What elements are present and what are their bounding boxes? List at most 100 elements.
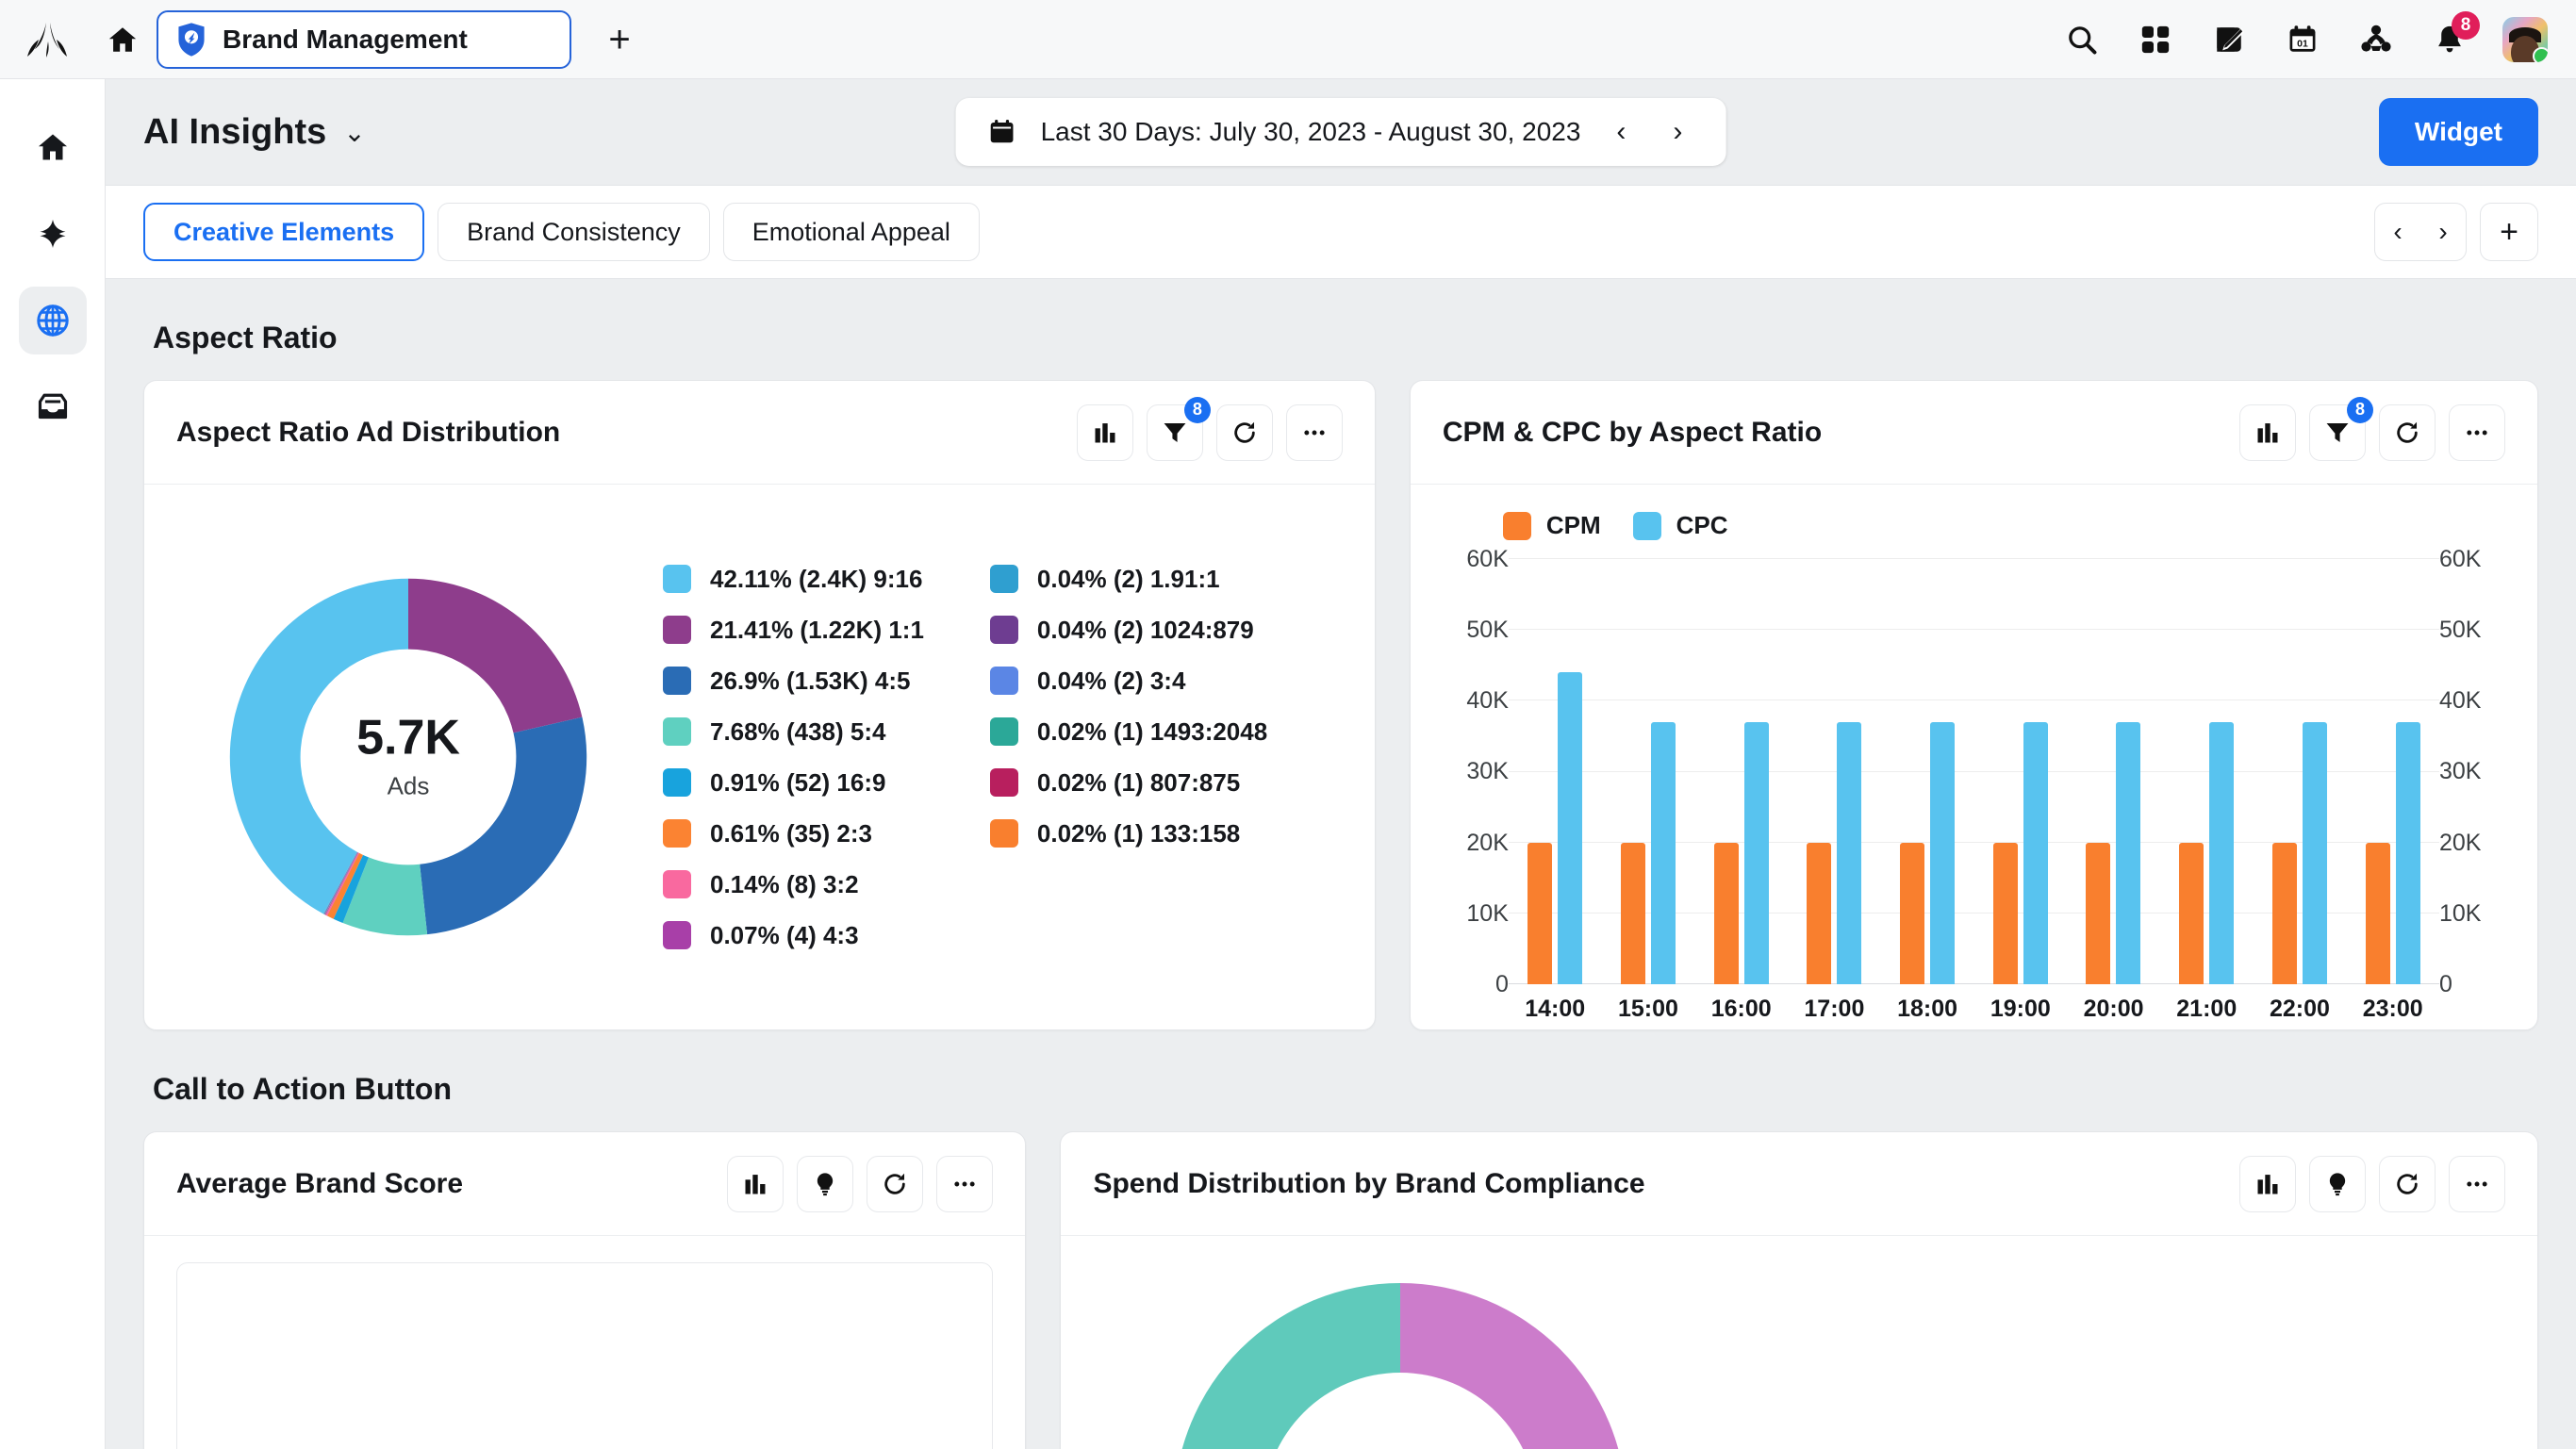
chart-type-icon[interactable] bbox=[2239, 404, 2296, 461]
refresh-icon[interactable] bbox=[867, 1156, 923, 1212]
refresh-icon[interactable] bbox=[2379, 404, 2436, 461]
page-title-label: AI Insights bbox=[143, 112, 326, 153]
chart-type-icon[interactable] bbox=[1077, 404, 1133, 461]
bar[interactable] bbox=[1558, 672, 1582, 984]
bar[interactable] bbox=[1714, 843, 1739, 984]
sidebar-item-home[interactable] bbox=[19, 113, 87, 181]
legend-item[interactable]: 21.41% (1.22K) 1:1 bbox=[663, 616, 924, 645]
new-tab-button[interactable]: + bbox=[598, 18, 641, 61]
lightbulb-icon[interactable] bbox=[2309, 1156, 2366, 1212]
bar-group bbox=[2272, 559, 2327, 984]
bar[interactable] bbox=[2396, 722, 2420, 984]
date-prev-button[interactable]: ‹ bbox=[1605, 116, 1637, 148]
browser-home-button[interactable] bbox=[94, 24, 151, 56]
bar[interactable] bbox=[2023, 722, 2048, 984]
sidebar-item-inbox[interactable] bbox=[19, 373, 87, 441]
legend-swatch bbox=[663, 616, 691, 644]
chart-type-icon[interactable] bbox=[2239, 1156, 2296, 1212]
bar[interactable] bbox=[1993, 843, 2018, 984]
widget-button[interactable]: Widget bbox=[2379, 98, 2538, 166]
apps-grid-icon[interactable] bbox=[2135, 19, 2176, 60]
more-options-icon[interactable] bbox=[936, 1156, 993, 1212]
legend-item[interactable]: 0.04% (2) 3:4 bbox=[990, 667, 1267, 696]
tabs-next-button[interactable]: › bbox=[2420, 217, 2466, 247]
bar[interactable] bbox=[1621, 843, 1645, 984]
bar[interactable] bbox=[1930, 722, 1955, 984]
search-icon[interactable] bbox=[2061, 19, 2103, 60]
tab-emotional-appeal[interactable]: Emotional Appeal bbox=[723, 203, 980, 261]
legend-item[interactable]: 0.02% (1) 807:875 bbox=[990, 768, 1267, 798]
refresh-icon[interactable] bbox=[2379, 1156, 2436, 1212]
more-options-icon[interactable] bbox=[2449, 1156, 2505, 1212]
add-tab-button[interactable]: + bbox=[2480, 203, 2538, 261]
filter-count-badge: 8 bbox=[2347, 397, 2373, 423]
dashboard-row-1: Aspect Ratio Ad Distribution bbox=[143, 380, 2538, 1030]
legend-item[interactable]: 42.11% (2.4K) 9:16 bbox=[663, 565, 924, 594]
browser-tab-title: Brand Management bbox=[223, 25, 468, 55]
page-title[interactable]: AI Insights ⌄ bbox=[143, 112, 366, 153]
legend-column-left: 42.11% (2.4K) 9:16 21.41% (1.22K) 1:1 26.9… bbox=[663, 565, 924, 950]
legend-item[interactable]: 0.91% (52) 16:9 bbox=[663, 768, 924, 798]
bar[interactable] bbox=[2116, 722, 2140, 984]
bar[interactable] bbox=[2366, 843, 2390, 984]
sidebar-item-apps[interactable] bbox=[19, 200, 87, 268]
avatar[interactable] bbox=[2502, 17, 2548, 62]
card-title: Aspect Ratio Ad Distribution bbox=[176, 417, 560, 449]
legend-item[interactable]: 7.68% (438) 5:4 bbox=[663, 717, 924, 747]
card-body: 5.7K Ads 42.11% (2.4K) 9:16 21.41% (1.22K… bbox=[144, 485, 1375, 1029]
card-tools: 8 bbox=[2239, 404, 2505, 461]
card-tools: 8 bbox=[1077, 404, 1343, 461]
legend-item[interactable]: 0.02% (1) 1493:2048 bbox=[990, 717, 1267, 747]
legend-item[interactable]: 0.61% (35) 2:3 bbox=[663, 819, 924, 848]
bar[interactable] bbox=[2303, 722, 2327, 984]
bar-series bbox=[1509, 559, 2439, 984]
legend-item[interactable]: 0.14% (8) 3:2 bbox=[663, 870, 924, 899]
legend-column-right: 0.04% (2) 1.91:1 0.04% (2) 1024:879 0.04% … bbox=[990, 565, 1267, 950]
bar[interactable] bbox=[2086, 843, 2110, 984]
legend-item[interactable]: 26.9% (1.53K) 4:5 bbox=[663, 667, 924, 696]
card-body bbox=[144, 1236, 1025, 1449]
notifications-bell-icon[interactable]: 8 bbox=[2429, 19, 2470, 60]
team-people-icon[interactable] bbox=[2355, 19, 2397, 60]
bar[interactable] bbox=[1527, 843, 1552, 984]
bar[interactable] bbox=[2179, 843, 2204, 984]
bar[interactable] bbox=[2209, 722, 2234, 984]
bar-legend-item[interactable]: CPM bbox=[1503, 511, 1601, 540]
tab-brand-consistency[interactable]: Brand Consistency bbox=[438, 203, 710, 261]
chart-type-icon[interactable] bbox=[727, 1156, 784, 1212]
more-options-icon[interactable] bbox=[1286, 404, 1343, 461]
filter-icon[interactable]: 8 bbox=[1147, 404, 1203, 461]
lightbulb-icon[interactable] bbox=[797, 1156, 853, 1212]
bar[interactable] bbox=[1807, 843, 1831, 984]
legend-item[interactable]: 0.04% (2) 1024:879 bbox=[990, 616, 1267, 645]
donut-legend: 42.11% (2.4K) 9:16 21.41% (1.22K) 1:1 26.9… bbox=[653, 565, 1267, 950]
bar[interactable] bbox=[1837, 722, 1861, 984]
bar[interactable] bbox=[1900, 843, 1924, 984]
legend-label: 0.02% (1) 1493:2048 bbox=[1037, 717, 1267, 747]
chevron-down-icon[interactable]: ⌄ bbox=[343, 117, 365, 148]
legend-item[interactable]: 0.07% (4) 4:3 bbox=[663, 921, 924, 950]
app-logo bbox=[0, 21, 94, 58]
tab-creative-elements[interactable]: Creative Elements bbox=[143, 203, 424, 261]
refresh-icon[interactable] bbox=[1216, 404, 1273, 461]
tabs-prev-button[interactable]: ‹ bbox=[2375, 217, 2420, 247]
bar[interactable] bbox=[1651, 722, 1676, 984]
x-axis-tick-label: 15:00 bbox=[1602, 996, 1695, 1023]
date-next-button[interactable]: › bbox=[1661, 116, 1693, 148]
more-options-icon[interactable] bbox=[2449, 404, 2505, 461]
sidebar-item-globe[interactable] bbox=[19, 287, 87, 354]
bar[interactable] bbox=[2272, 843, 2297, 984]
legend-item[interactable]: 0.02% (1) 133:158 bbox=[990, 819, 1267, 848]
legend-item[interactable]: 0.04% (2) 1.91:1 bbox=[990, 565, 1267, 594]
avatar-status-dot bbox=[2533, 47, 2548, 62]
calendar-icon[interactable]: 01 bbox=[2282, 19, 2323, 60]
y-axis-left: 010K20K30K40K50K60K bbox=[1437, 553, 1509, 1029]
browser-tab-active[interactable]: Brand Management bbox=[157, 10, 571, 69]
bar-legend-item[interactable]: CPC bbox=[1633, 511, 1728, 540]
donut-center-label: 5.7K Ads bbox=[356, 714, 460, 801]
filter-icon[interactable]: 8 bbox=[2309, 404, 2366, 461]
date-range-picker[interactable]: Last 30 Days: July 30, 2023 - August 30,… bbox=[956, 98, 1726, 166]
compose-edit-icon[interactable] bbox=[2208, 19, 2250, 60]
bar[interactable] bbox=[1744, 722, 1769, 984]
score-placeholder bbox=[176, 1262, 993, 1449]
